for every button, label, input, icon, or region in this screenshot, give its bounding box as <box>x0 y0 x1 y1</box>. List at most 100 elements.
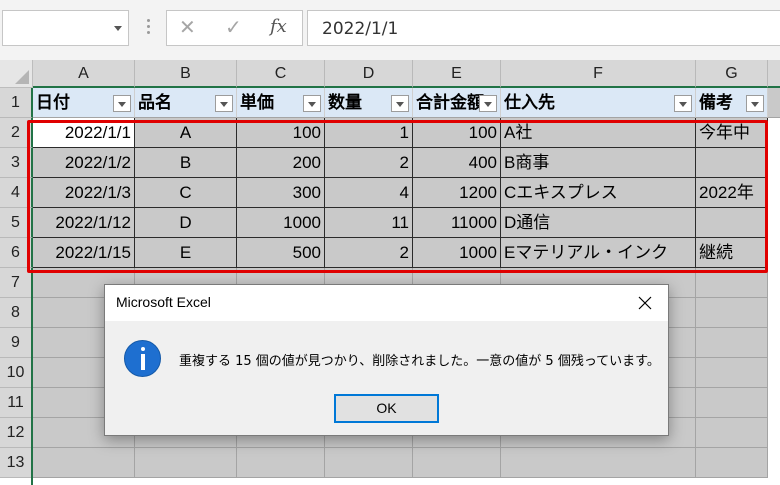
column-header-a[interactable]: A <box>33 60 135 88</box>
filter-dropdown-icon[interactable] <box>746 95 764 112</box>
cell-notes[interactable] <box>696 148 768 178</box>
row-header-4[interactable]: 4 <box>0 178 33 208</box>
filter-dropdown-icon[interactable] <box>215 95 233 112</box>
cell-total[interactable]: 1000 <box>413 238 501 268</box>
cell-unit-price[interactable]: 300 <box>237 178 325 208</box>
filter-dropdown-icon[interactable] <box>303 95 321 112</box>
cell-date[interactable]: 2022/1/12 <box>33 208 135 238</box>
cell-date[interactable]: 2022/1/1 <box>33 118 135 148</box>
cell-supplier[interactable]: D通信 <box>501 208 696 238</box>
header-cell-supplier[interactable]: 仕入先 <box>501 88 696 118</box>
cell-empty[interactable] <box>325 448 413 478</box>
formula-bar-grip-icon[interactable] <box>143 19 153 39</box>
header-cell-date[interactable]: 日付 <box>33 88 135 118</box>
cell-item[interactable]: E <box>135 238 237 268</box>
row-header-6[interactable]: 6 <box>0 238 33 268</box>
cell-item[interactable]: C <box>135 178 237 208</box>
row-header-12[interactable]: 12 <box>0 418 33 448</box>
cell-unit-price[interactable]: 500 <box>237 238 325 268</box>
cell-date[interactable]: 2022/1/2 <box>33 148 135 178</box>
cell-total[interactable]: 1200 <box>413 178 501 208</box>
header-cell-unit-price[interactable]: 単価 <box>237 88 325 118</box>
cell-date[interactable]: 2022/1/15 <box>33 238 135 268</box>
cell-item[interactable]: A <box>135 118 237 148</box>
cell-total[interactable]: 11000 <box>413 208 501 238</box>
cell-unit-price[interactable]: 1000 <box>237 208 325 238</box>
row-header-1[interactable]: 1 <box>0 88 33 118</box>
formula-buttons: ✕ ✓ fx <box>166 10 303 46</box>
row-header-3[interactable]: 3 <box>0 148 33 178</box>
cell-unit-price[interactable]: 200 <box>237 148 325 178</box>
close-button[interactable] <box>622 285 668 321</box>
header-cell-quantity[interactable]: 数量 <box>325 88 413 118</box>
column-header-b[interactable]: B <box>135 60 237 88</box>
cell-empty[interactable] <box>768 88 780 118</box>
cell-quantity[interactable]: 11 <box>325 208 413 238</box>
header-cell-item[interactable]: 品名 <box>135 88 237 118</box>
filter-dropdown-icon[interactable] <box>479 95 497 112</box>
cell-date[interactable]: 2022/1/3 <box>33 178 135 208</box>
cell-empty[interactable] <box>237 448 325 478</box>
cell-empty[interactable] <box>696 448 768 478</box>
cell-supplier[interactable]: B商事 <box>501 148 696 178</box>
formula-input[interactable]: 2022/1/1 <box>307 10 780 46</box>
x-icon[interactable]: ✕ <box>179 15 196 39</box>
name-box[interactable] <box>2 10 129 46</box>
cell-notes[interactable]: 今年中 <box>696 118 768 148</box>
row-header-8[interactable]: 8 <box>0 298 33 328</box>
header-cell-total[interactable]: 合計金額 <box>413 88 501 118</box>
header-cell-notes[interactable]: 備考 <box>696 88 768 118</box>
row-header-7[interactable]: 7 <box>0 268 33 298</box>
insert-function-button[interactable]: fx <box>270 16 287 37</box>
cell-empty[interactable] <box>33 448 135 478</box>
row-header-13[interactable]: 13 <box>0 448 33 478</box>
row-header-5[interactable]: 5 <box>0 208 33 238</box>
cell-total[interactable]: 100 <box>413 118 501 148</box>
cell-empty[interactable] <box>696 358 768 388</box>
cell-empty[interactable] <box>696 268 768 298</box>
select-all-button[interactable] <box>0 60 33 88</box>
cell-empty[interactable] <box>501 448 696 478</box>
cell-quantity[interactable]: 4 <box>325 178 413 208</box>
cell-quantity[interactable]: 2 <box>325 238 413 268</box>
cell-quantity[interactable]: 2 <box>325 148 413 178</box>
cell-empty[interactable] <box>135 448 237 478</box>
dialog-message: 重複する 15 個の値が見つかり、削除されました。一意の値が 5 個残っています… <box>179 354 660 369</box>
cell-notes[interactable] <box>696 208 768 238</box>
cell-item[interactable]: D <box>135 208 237 238</box>
cell-empty[interactable] <box>696 418 768 448</box>
cell-notes[interactable]: 継続 <box>696 238 768 268</box>
name-box-dropdown-icon[interactable] <box>114 26 122 31</box>
cell-supplier[interactable]: A社 <box>501 118 696 148</box>
column-header-c[interactable]: C <box>237 60 325 88</box>
column-header-g[interactable]: G <box>696 60 768 88</box>
cell-empty[interactable] <box>696 388 768 418</box>
row-header-9[interactable]: 9 <box>0 328 33 358</box>
column-header-h[interactable] <box>768 60 780 88</box>
cell-supplier[interactable]: Cエキスプレス <box>501 178 696 208</box>
checkmark-icon[interactable]: ✓ <box>225 15 242 39</box>
row-header-2[interactable]: 2 <box>0 118 33 148</box>
cell-empty[interactable] <box>696 298 768 328</box>
cell-quantity[interactable]: 1 <box>325 118 413 148</box>
cell-empty[interactable] <box>413 448 501 478</box>
ok-button[interactable]: OK <box>334 394 439 423</box>
row-header-11[interactable]: 11 <box>0 388 33 418</box>
column-header-e[interactable]: E <box>413 60 501 88</box>
cell-empty[interactable] <box>696 328 768 358</box>
filter-dropdown-icon[interactable] <box>113 95 131 112</box>
filter-dropdown-icon[interactable] <box>674 95 692 112</box>
cell-item[interactable]: B <box>135 148 237 178</box>
header-label: 仕入先 <box>504 93 555 112</box>
cell-supplier[interactable]: Eマテリアル・インク <box>501 238 696 268</box>
filter-dropdown-icon[interactable] <box>391 95 409 112</box>
header-label: 備考 <box>699 93 733 112</box>
cell-total[interactable]: 400 <box>413 148 501 178</box>
cell-notes[interactable]: 2022年 <box>696 178 768 208</box>
cell-unit-price[interactable]: 100 <box>237 118 325 148</box>
column-header-d[interactable]: D <box>325 60 413 88</box>
formula-bar: ✕ ✓ fx 2022/1/1 <box>0 0 780 60</box>
dialog-title-bar[interactable]: Microsoft Excel <box>105 285 668 321</box>
row-header-10[interactable]: 10 <box>0 358 33 388</box>
column-header-f[interactable]: F <box>501 60 696 88</box>
